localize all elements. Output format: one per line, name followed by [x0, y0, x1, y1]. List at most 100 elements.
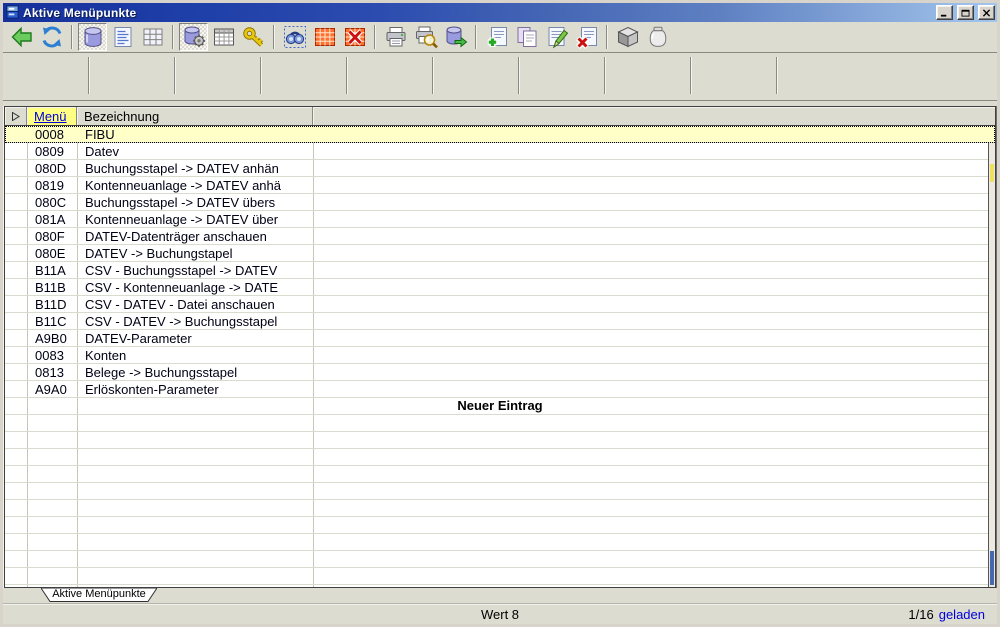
binoculars-icon: [283, 25, 307, 49]
cell-bezeichnung: Belege -> Buchungsstapel: [77, 364, 313, 380]
column-header-menu[interactable]: Menü: [27, 107, 77, 125]
cell-menu: B11C: [27, 313, 77, 329]
grid-view-button[interactable]: [138, 23, 167, 51]
status-right: 1/16 geladen: [908, 607, 985, 622]
blank-button-strip: [3, 53, 997, 101]
empty-row[interactable]: [5, 585, 995, 587]
table-row[interactable]: 081AKontenneuanlage -> DATEV über: [5, 211, 995, 228]
database-settings-button[interactable]: [179, 23, 208, 51]
close-button[interactable]: [978, 5, 995, 20]
table-row[interactable]: B11BCSV - Kontenneuanlage -> DATE: [5, 279, 995, 296]
cube-button[interactable]: [613, 23, 642, 51]
edit-record-button[interactable]: [542, 23, 571, 51]
window-title: Aktive Menüpunkte: [23, 6, 932, 20]
table-row[interactable]: 080CBuchungsstapel -> DATEV übers: [5, 194, 995, 211]
table-row[interactable]: B11DCSV - DATEV - Datei anschauen: [5, 296, 995, 313]
printer-icon: [384, 25, 408, 49]
new-entry-row[interactable]: Neuer Eintrag: [5, 398, 995, 415]
minimize-icon: [940, 9, 949, 17]
button-strip-separator: [346, 57, 348, 94]
row-selector-cell: [5, 364, 27, 380]
empty-row[interactable]: [5, 449, 995, 466]
table-view-button[interactable]: [209, 23, 238, 51]
scroll-marker-thumb: [990, 551, 994, 585]
empty-row[interactable]: [5, 432, 995, 449]
notes-button[interactable]: [108, 23, 137, 51]
maximize-icon: [961, 9, 970, 17]
empty-row[interactable]: [5, 483, 995, 500]
grid-header-row: Menü Bezeichnung: [5, 107, 995, 126]
row-selector-cell: [5, 296, 27, 312]
table-row[interactable]: 0083Konten: [5, 347, 995, 364]
table-fill-button[interactable]: [310, 23, 339, 51]
table-row[interactable]: 080EDATEV -> Buchungstapel: [5, 245, 995, 262]
database-export-icon: [444, 25, 468, 49]
notes-icon: [111, 25, 135, 49]
empty-row[interactable]: [5, 551, 995, 568]
table-row[interactable]: A9A0Erlöskonten-Parameter: [5, 381, 995, 398]
toolbar-separator: [606, 25, 608, 49]
table-clear-button[interactable]: [340, 23, 369, 51]
empty-row[interactable]: [5, 466, 995, 483]
refresh-button[interactable]: [37, 23, 66, 51]
table-row[interactable]: 0813Belege -> Buchungsstapel: [5, 364, 995, 381]
row-container: 0008FIBU0809Datev080DBuchungsstapel -> D…: [5, 126, 995, 587]
row-add-icon: [485, 25, 509, 49]
row-selector-cell: [5, 313, 27, 329]
table-row[interactable]: 0809Datev: [5, 143, 995, 160]
database-button[interactable]: [78, 23, 107, 51]
tab-aktive-menuepunkte[interactable]: Aktive Menüpunkte: [41, 588, 157, 602]
table-row[interactable]: 080DBuchungsstapel -> DATEV anhän: [5, 160, 995, 177]
table-row[interactable]: 0008FIBU: [5, 126, 995, 143]
row-selector-cell: [5, 347, 27, 363]
scroll-indicator-strip[interactable]: [988, 126, 995, 587]
cell-bezeichnung: CSV - Buchungsstapel -> DATEV: [77, 262, 313, 278]
cell-menu: 080F: [27, 228, 77, 244]
jar-button[interactable]: [643, 23, 672, 51]
back-button[interactable]: [7, 23, 36, 51]
jar-icon: [646, 25, 670, 49]
cell-menu: B11A: [27, 262, 77, 278]
cell-menu: 0809: [27, 143, 77, 159]
status-loaded-text[interactable]: geladen: [939, 607, 985, 622]
cell-bezeichnung: Kontenneuanlage -> DATEV über: [77, 211, 313, 227]
table-orange-x-icon: [343, 25, 367, 49]
table-row[interactable]: B11CCSV - DATEV -> Buchungsstapel: [5, 313, 995, 330]
database-export-button[interactable]: [441, 23, 470, 51]
empty-row[interactable]: [5, 534, 995, 551]
minimize-button[interactable]: [936, 5, 953, 20]
row-selector-icon: [11, 112, 20, 121]
cell-menu: A9B0: [27, 330, 77, 346]
database-gear-icon: [182, 25, 206, 49]
row-selector-cell: [5, 126, 27, 142]
back-arrow-icon: [10, 25, 34, 49]
toolbar-separator: [71, 25, 73, 49]
cell-menu: A9A0: [27, 381, 77, 397]
print-preview-button[interactable]: [411, 23, 440, 51]
new-entry-label: Neuer Eintrag: [457, 398, 542, 414]
column-header-bezeichnung[interactable]: Bezeichnung: [77, 107, 313, 125]
table-row[interactable]: 0819Kontenneuanlage -> DATEV anhä: [5, 177, 995, 194]
print-button[interactable]: [381, 23, 410, 51]
delete-record-button[interactable]: [572, 23, 601, 51]
row-selector-cell: [5, 143, 27, 159]
empty-row[interactable]: [5, 500, 995, 517]
empty-row[interactable]: [5, 517, 995, 534]
row-selector-cell: [5, 245, 27, 261]
table-row[interactable]: B11ACSV - Buchungsstapel -> DATEV: [5, 262, 995, 279]
cell-menu: 0819: [27, 177, 77, 193]
key-button[interactable]: [239, 23, 268, 51]
button-strip-separator: [174, 57, 176, 94]
row-selector-cell: [5, 228, 27, 244]
new-record-button[interactable]: [482, 23, 511, 51]
empty-row[interactable]: [5, 415, 995, 432]
empty-row[interactable]: [5, 568, 995, 585]
cell-bezeichnung: Datev: [77, 143, 313, 159]
table-row[interactable]: 080FDATEV-Datenträger anschauen: [5, 228, 995, 245]
search-button[interactable]: [280, 23, 309, 51]
table-row[interactable]: A9B0DATEV-Parameter: [5, 330, 995, 347]
cell-menu: 080C: [27, 194, 77, 210]
cell-bezeichnung: Buchungsstapel -> DATEV anhän: [77, 160, 313, 176]
copy-record-button[interactable]: [512, 23, 541, 51]
maximize-button[interactable]: [957, 5, 974, 20]
